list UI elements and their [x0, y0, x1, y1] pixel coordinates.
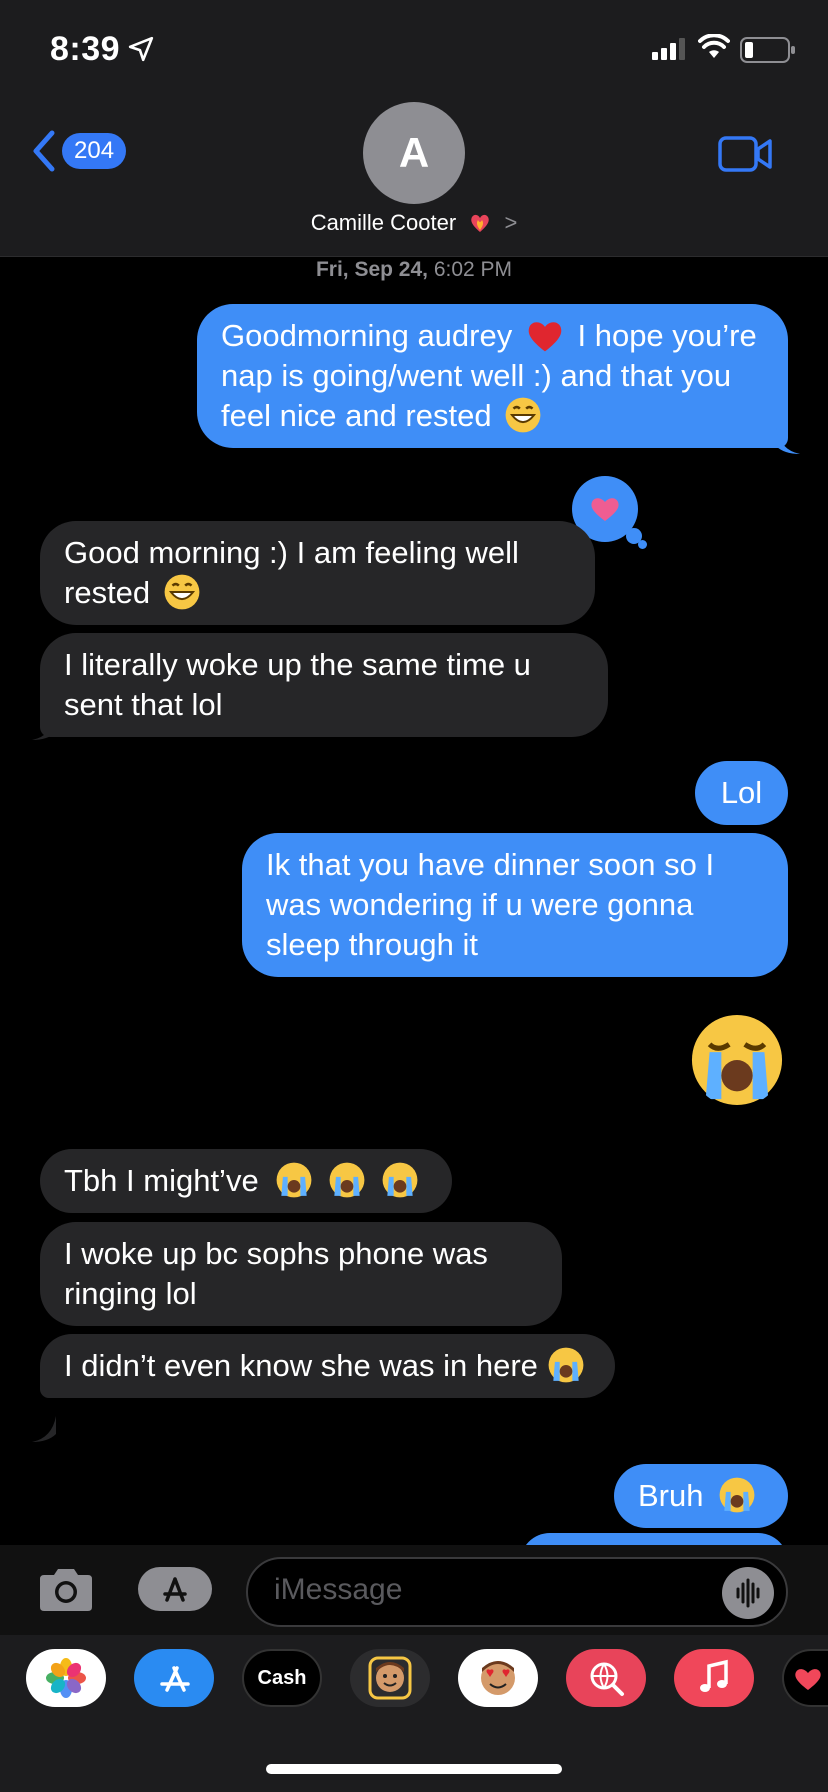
unread-count-badge: 204 [62, 133, 127, 169]
message-bubble-sent[interactable]: Bruh [614, 1464, 788, 1528]
tapback-dot [638, 540, 647, 549]
images-search-app-button[interactable] [566, 1649, 646, 1707]
message-bubble-sent[interactable]: Goodmorning audrey I hope you’re nap is … [197, 304, 788, 448]
conversation-timestamp: Fri, Sep 24, 6:02 PM [0, 258, 828, 282]
loudly-crying-face-emoji-icon [719, 1477, 755, 1513]
back-button[interactable]: 204 [32, 130, 127, 172]
red-heart-emoji-icon [528, 322, 562, 352]
audio-message-button[interactable] [722, 1567, 774, 1619]
music-app-button[interactable] [674, 1649, 754, 1707]
chevron-left-icon [33, 130, 55, 172]
message-text: Lol [720, 775, 763, 810]
message-text: I didn’t even know she was in here [64, 1348, 538, 1383]
contact-name: Camille Cooter [310, 210, 457, 235]
memoji-stickers-app-button[interactable] [458, 1649, 538, 1707]
app-store-icon [163, 1577, 187, 1602]
bubble-tail [32, 1416, 56, 1442]
battery-icon [740, 37, 795, 63]
message-text: Good morning :) I am feeling well rested [64, 535, 519, 610]
photos-app-button[interactable] [26, 1649, 106, 1707]
conversation-header: 204 A Camille Cooter > [0, 100, 828, 257]
message-bubble-received[interactable]: Tbh I might’ve [40, 1149, 452, 1213]
timestamp-day: Fri, Sep 24, [315, 258, 428, 281]
app-store-app-button[interactable] [134, 1649, 214, 1707]
bubble-tail [776, 428, 800, 454]
grinning-face-emoji-icon [505, 397, 541, 433]
message-text: Ik that you have dinner soon so I was wo… [266, 847, 715, 962]
heart-hand-icon [795, 1669, 821, 1690]
loudly-crying-face-emoji-icon [548, 1347, 583, 1383]
facetime-video-icon[interactable] [718, 135, 774, 173]
message-bubble-received[interactable]: I didn’t even know she was in here [40, 1334, 615, 1398]
message-bubble-sent[interactable]: Lol [695, 761, 788, 825]
app-store-drawer-button[interactable] [138, 1567, 212, 1611]
avatar-initial: A [398, 129, 430, 176]
apple-cash-app-button[interactable]: Cash [242, 1649, 322, 1707]
photos-icon [46, 1658, 86, 1698]
music-note-icon [700, 1659, 728, 1692]
imessage-input[interactable] [274, 1573, 694, 1607]
loudly-crying-face-emoji-icon[interactable] [690, 1013, 784, 1107]
message-bubble-received[interactable]: I literally woke up the same time u sent… [40, 633, 608, 737]
message-text: Tbh I might’ve [64, 1163, 259, 1198]
waveform-icon [736, 1578, 760, 1608]
loudly-crying-face-emoji-icon [382, 1162, 417, 1198]
memoji-stickers-icon [481, 1661, 515, 1695]
message-text: I woke up bc sophs phone was ringing lol [64, 1236, 488, 1311]
digital-touch-app-button[interactable] [782, 1649, 828, 1707]
loudly-crying-face-emoji-icon [329, 1162, 365, 1198]
timestamp-time: 6:02 PM [433, 258, 513, 281]
message-text: Goodmorning audrey [221, 318, 513, 353]
wifi-icon [698, 34, 730, 58]
contact-avatar[interactable]: A [363, 102, 465, 204]
imessage-field[interactable] [246, 1557, 788, 1627]
message-bubble-sent[interactable]: Ik that you have dinner soon so I was wo… [242, 833, 788, 977]
message-bubble-received[interactable]: Good morning :) I am feeling well rested [40, 521, 595, 625]
cellular-signal-icon [652, 38, 685, 60]
globe-search-icon [590, 1662, 624, 1696]
memoji-icon [368, 1656, 412, 1700]
apple-cash-label: Cash [257, 1666, 307, 1689]
camera-icon[interactable] [36, 1567, 96, 1613]
memoji-app-button[interactable] [350, 1649, 430, 1707]
message-input-bar [0, 1545, 828, 1635]
heart-on-fire-icon [471, 214, 490, 232]
message-text: I literally woke up the same time u sent… [64, 647, 531, 722]
message-bubble-received[interactable]: I woke up bc sophs phone was ringing lol [40, 1222, 562, 1326]
status-time: 8:39 [50, 30, 121, 68]
contact-name-button[interactable]: Camille Cooter > [0, 210, 828, 236]
message-text: Bruh [638, 1478, 704, 1513]
app-store-icon [160, 1666, 190, 1692]
contact-chevron: > [504, 210, 518, 235]
messages-screen: 8:39 204 A Camille Cooter > Fri, Sep 24,… [0, 0, 828, 1792]
status-bar: 8:39 [0, 0, 828, 100]
loudly-crying-face-emoji-icon [276, 1162, 312, 1198]
grinning-face-emoji-icon [164, 574, 200, 610]
home-indicator[interactable] [266, 1764, 562, 1774]
bubble-tail [32, 714, 56, 740]
location-arrow-icon [128, 36, 154, 62]
